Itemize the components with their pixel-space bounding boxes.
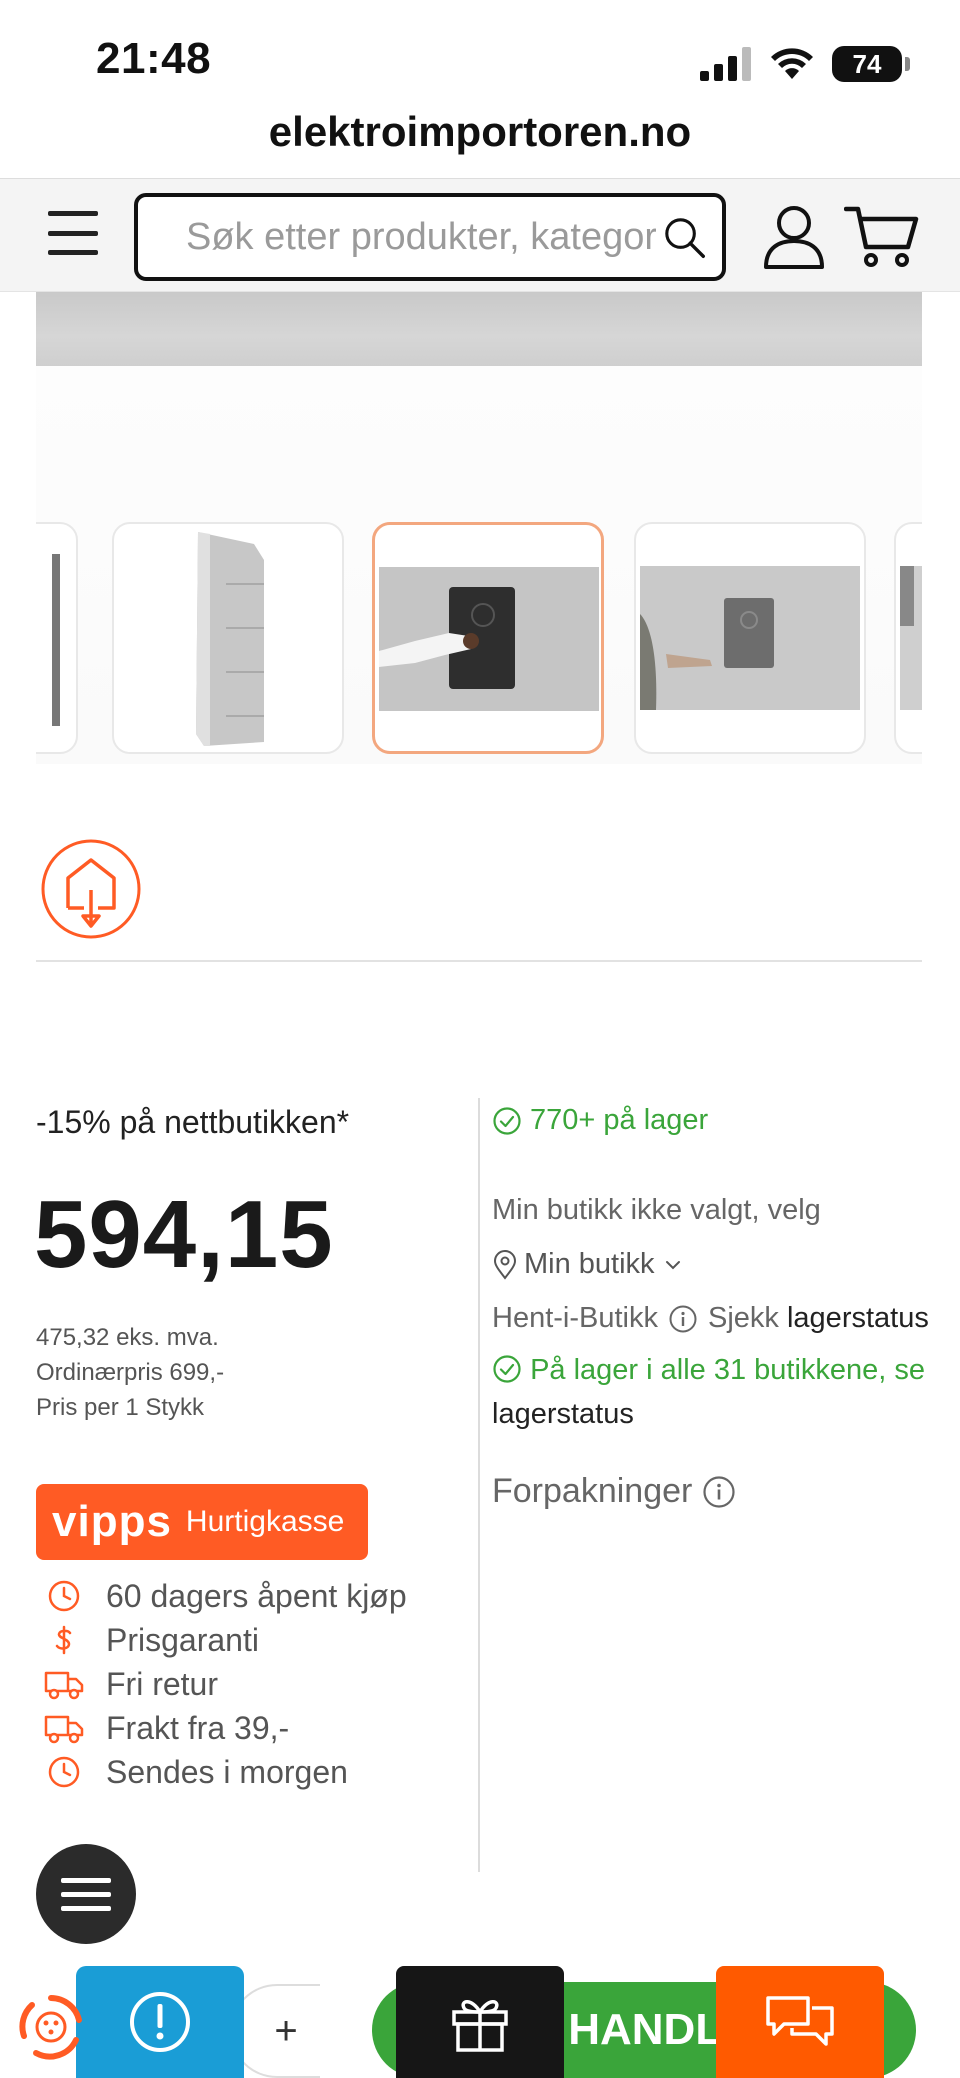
check-circle-icon — [493, 1355, 521, 1383]
product-price: 594,15 — [34, 1181, 334, 1288]
benefit-item: 60 dagers åpent kjøp — [44, 1574, 407, 1618]
dollar-icon — [44, 1622, 84, 1658]
hamburger-menu-icon — [48, 211, 98, 216]
pickup-in-store: Hent-i-Butikk Sjekk lagerstatus — [492, 1302, 929, 1335]
recycle-icon[interactable] — [14, 1990, 88, 2064]
discount-label: -15% på nettbutikken* — [36, 1104, 350, 1140]
browser-url[interactable]: elektroimportoren.no — [0, 108, 960, 156]
store-not-selected-note: Min butikk ikke valgt, velg — [492, 1194, 821, 1226]
info-icon[interactable] — [668, 1304, 698, 1334]
cart-icon[interactable] — [844, 203, 920, 269]
product-thumbnail[interactable] — [634, 522, 866, 754]
vipps-logo: vipps — [52, 1497, 172, 1546]
check-circle-icon — [493, 1106, 521, 1135]
all-stores-status-link[interactable]: lagerstatus — [492, 1398, 634, 1430]
thumbnail-image — [900, 566, 922, 710]
thumbnail-image — [196, 532, 264, 746]
menu-button[interactable] — [48, 211, 98, 255]
product-thumbnail-active[interactable] — [372, 522, 604, 754]
column-divider — [478, 1098, 480, 1872]
gift-icon — [452, 2000, 508, 2052]
search-icon[interactable] — [662, 205, 706, 269]
regular-price: Ordinærpris 699,- — [36, 1359, 225, 1386]
benefit-item: Sendes i morgen — [44, 1750, 407, 1794]
benefit-item: Fri retur — [44, 1662, 407, 1706]
clock-icon — [44, 1754, 84, 1790]
wifi-icon — [771, 48, 813, 79]
packaging-label: Forpakninger — [492, 1472, 693, 1510]
benefit-label: Prisgaranti — [106, 1621, 259, 1658]
all-stores-label: På lager i alle 31 butikkene, se — [530, 1354, 926, 1386]
stock-status-link[interactable]: lagerstatus — [787, 1302, 929, 1334]
status-icons: 74 — [700, 44, 910, 84]
pickup-label: Hent-i-Butikk — [492, 1302, 658, 1334]
online-stock-status: 770+ på lager — [492, 1104, 708, 1137]
hamburger-menu-icon — [61, 1877, 111, 1883]
vipps-checkout-button[interactable]: vipps Hurtigkasse — [36, 1484, 368, 1560]
benefit-item: Frakt fra 39,- — [44, 1706, 407, 1750]
search-box — [134, 193, 726, 281]
clock-icon — [44, 1578, 84, 1614]
thumbnail-image — [640, 566, 860, 710]
benefit-label: 60 dagers åpent kjøp — [106, 1577, 407, 1614]
battery-indicator: 74 — [832, 46, 910, 82]
benefit-label: Sendes i morgen — [106, 1753, 348, 1790]
status-time: 21:48 — [96, 34, 212, 83]
section-divider — [36, 960, 922, 962]
packaging-section[interactable]: Forpakninger — [492, 1472, 736, 1511]
benefit-label: Frakt fra 39,- — [106, 1709, 290, 1746]
battery-level: 74 — [852, 48, 882, 79]
exclamation-circle-icon — [130, 1992, 190, 2052]
thumbnail-gallery — [36, 366, 922, 764]
benefit-label: Fri retur — [106, 1665, 218, 1702]
feedback-button[interactable] — [76, 1966, 244, 2078]
my-store-selector[interactable]: Min butikk — [492, 1248, 685, 1281]
pickup-check-label: Sjekk — [708, 1302, 779, 1334]
all-stores-stock-status: På lager i alle 31 butikkene, se lagerst… — [492, 1348, 952, 1436]
user-icon[interactable] — [762, 203, 826, 269]
map-pin-icon — [493, 1249, 517, 1280]
info-icon[interactable] — [702, 1475, 736, 1509]
truck-icon — [44, 1710, 84, 1746]
search-input[interactable] — [186, 215, 656, 259]
quantity-plus-label: + — [274, 2008, 298, 2053]
house-arrow-logo — [41, 839, 141, 939]
price-details: 475,32 eks. mva. Ordinærpris 699,- Pris … — [36, 1320, 224, 1425]
product-thumbnail[interactable] — [36, 522, 78, 754]
site-header — [0, 178, 960, 292]
online-stock-label: 770+ på lager — [530, 1104, 709, 1136]
benefit-item: Prisgaranti — [44, 1618, 407, 1662]
product-main-image[interactable] — [36, 292, 922, 366]
price-ex-vat: 475,32 eks. mva. — [36, 1324, 219, 1351]
unit-price: Pris per 1 Stykk — [36, 1394, 205, 1421]
thumbnail-image — [52, 554, 60, 726]
chevron-down-icon — [665, 1260, 680, 1269]
signal-icon — [700, 47, 751, 81]
gift-button[interactable] — [396, 1966, 564, 2078]
benefits-list: 60 dagers åpent kjøp Prisgaranti Fri ret… — [44, 1574, 407, 1794]
vipps-label: Hurtigkasse — [185, 1505, 345, 1538]
floating-menu-button[interactable] — [36, 1844, 136, 1944]
truck-icon — [44, 1666, 84, 1702]
chat-button[interactable] — [716, 1966, 884, 2078]
my-store-label: Min butikk — [524, 1248, 655, 1280]
product-thumbnail[interactable] — [894, 522, 922, 754]
chat-bubbles-icon — [766, 1996, 834, 2046]
product-thumbnail[interactable] — [112, 522, 344, 754]
thumbnail-image — [379, 567, 599, 711]
